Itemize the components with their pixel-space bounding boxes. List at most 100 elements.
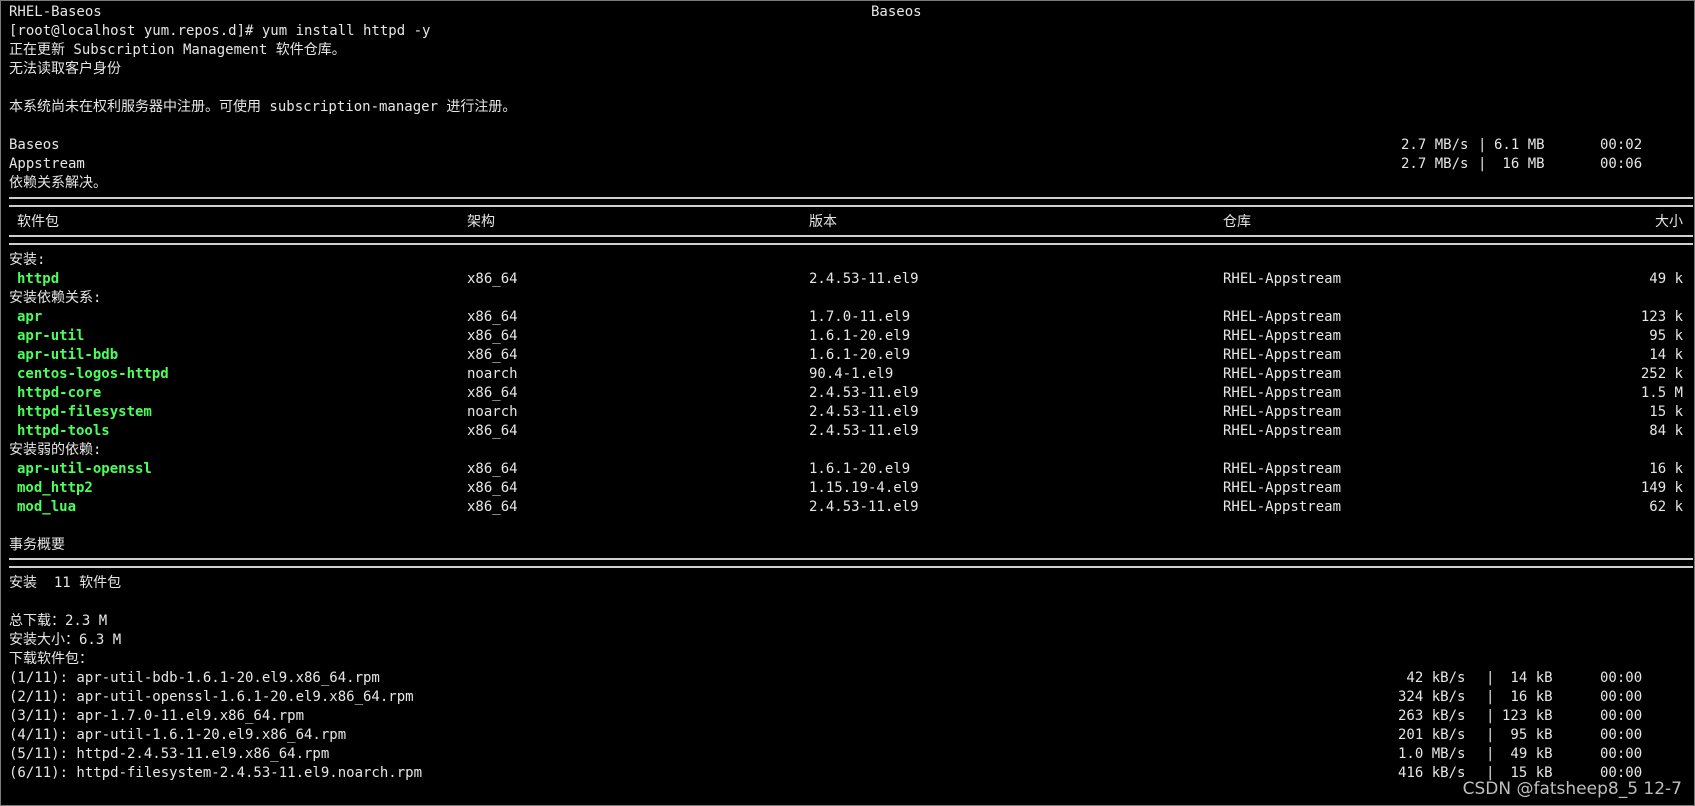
terminal-header-center: Baseos bbox=[871, 4, 922, 20]
package-name: httpd-core bbox=[17, 385, 102, 401]
download-size: 14 kB bbox=[1502, 670, 1553, 686]
package-size: 252 k bbox=[1640, 366, 1683, 382]
package-repo: RHEL-Appstream bbox=[1223, 385, 1342, 401]
repo-rate: 2.7 MB/s bbox=[1401, 156, 1469, 172]
download-rate: 201 kB/s bbox=[1398, 727, 1466, 743]
download-separator: | bbox=[1486, 689, 1495, 705]
package-size: 84 k bbox=[1649, 423, 1683, 439]
package-version: 2.4.53-11.el9 bbox=[809, 271, 919, 287]
package-size: 1.5 M bbox=[1640, 385, 1683, 401]
package-size: 62 k bbox=[1649, 499, 1683, 515]
download-file: (3/11): apr-1.7.0-11.el9.x86_64.rpm bbox=[9, 708, 305, 724]
package-version: 1.6.1-20.el9 bbox=[809, 328, 911, 344]
package-arch: x86_64 bbox=[467, 499, 518, 515]
download-rate: 263 kB/s bbox=[1398, 708, 1466, 724]
table-header-arch: 架构 bbox=[467, 214, 495, 230]
download-separator: | bbox=[1486, 670, 1495, 686]
summary-title: 事务概要 bbox=[9, 537, 65, 553]
repo-name: Baseos bbox=[9, 137, 60, 153]
package-arch: x86_64 bbox=[467, 480, 518, 496]
package-repo: RHEL-Appstream bbox=[1223, 499, 1342, 515]
package-version: 1.15.19-4.el9 bbox=[809, 480, 919, 496]
package-arch: x86_64 bbox=[467, 423, 518, 439]
repo-rate: 2.7 MB/s bbox=[1401, 137, 1469, 153]
download-file: (4/11): apr-util-1.6.1-20.el9.x86_64.rpm bbox=[9, 727, 347, 743]
download-rate: 1.0 MB/s bbox=[1398, 746, 1466, 762]
repo-time: 00:06 bbox=[1600, 156, 1643, 172]
package-name: apr-util bbox=[17, 328, 85, 344]
table-header-package: 软件包 bbox=[17, 214, 59, 230]
package-name: httpd bbox=[17, 271, 60, 287]
package-repo: RHEL-Appstream bbox=[1223, 480, 1342, 496]
package-name: httpd-tools bbox=[17, 423, 110, 439]
command-line: [root@localhost yum.repos.d]# yum instal… bbox=[9, 23, 431, 39]
download-time: 00:00 bbox=[1600, 708, 1643, 724]
package-size: 49 k bbox=[1649, 271, 1683, 287]
package-repo: RHEL-Appstream bbox=[1223, 461, 1342, 477]
output-line: 无法读取客户身份 bbox=[9, 61, 121, 77]
summary-installed-size: 安装大小：6.3 M bbox=[9, 632, 122, 648]
package-arch: x86_64 bbox=[467, 309, 518, 325]
summary-total-download: 总下载：2.3 M bbox=[9, 613, 108, 629]
package-arch: x86_64 bbox=[467, 461, 518, 477]
package-repo: RHEL-Appstream bbox=[1223, 404, 1342, 420]
download-time: 00:00 bbox=[1600, 746, 1643, 762]
package-arch: x86_64 bbox=[467, 271, 518, 287]
download-file: (1/11): apr-util-bdb-1.6.1-20.el9.x86_64… bbox=[9, 670, 380, 686]
download-size: 123 kB bbox=[1502, 708, 1553, 724]
download-size: 16 kB bbox=[1502, 689, 1553, 705]
download-file: (6/11): httpd-filesystem-2.4.53-11.el9.n… bbox=[9, 765, 423, 781]
watermark-text: CSDN @fatsheep8_5 12-7 bbox=[1462, 779, 1682, 799]
double-rule-separator bbox=[9, 235, 1693, 245]
download-separator: | bbox=[1486, 708, 1495, 724]
table-header-version: 版本 bbox=[809, 214, 837, 230]
download-time: 00:00 bbox=[1600, 670, 1643, 686]
summary-install-line: 安装 11 软件包 bbox=[9, 575, 122, 591]
table-header-repo: 仓库 bbox=[1223, 214, 1251, 230]
package-arch: x86_64 bbox=[467, 385, 518, 401]
package-version: 2.4.53-11.el9 bbox=[809, 385, 919, 401]
terminal-header-left: RHEL-Baseos bbox=[9, 4, 102, 20]
output-line: 本系统尚未在权利服务器中注册。可使用 subscription-manager … bbox=[9, 99, 517, 115]
download-file: (2/11): apr-util-openssl-1.6.1-20.el9.x8… bbox=[9, 689, 414, 705]
group-title: 安装依赖关系: bbox=[9, 290, 102, 306]
package-size: 95 k bbox=[1649, 328, 1683, 344]
package-repo: RHEL-Appstream bbox=[1223, 366, 1342, 382]
package-name: mod_http2 bbox=[17, 480, 93, 496]
package-arch: noarch bbox=[467, 366, 518, 382]
repo-time: 00:02 bbox=[1600, 137, 1643, 153]
package-arch: x86_64 bbox=[467, 347, 518, 363]
repo-separator: | bbox=[1478, 156, 1487, 172]
package-version: 2.4.53-11.el9 bbox=[809, 404, 919, 420]
deps-resolved-line: 依赖关系解决。 bbox=[9, 175, 107, 191]
download-separator: | bbox=[1486, 746, 1495, 762]
package-size: 16 k bbox=[1649, 461, 1683, 477]
download-separator: | bbox=[1486, 727, 1495, 743]
package-size: 149 k bbox=[1640, 480, 1683, 496]
download-file: (5/11): httpd-2.4.53-11.el9.x86_64.rpm bbox=[9, 746, 330, 762]
download-time: 00:00 bbox=[1600, 727, 1643, 743]
download-time: 00:00 bbox=[1600, 689, 1643, 705]
package-version: 1.7.0-11.el9 bbox=[809, 309, 911, 325]
repo-separator: | bbox=[1478, 137, 1487, 153]
table-header-size: 大小 bbox=[1655, 214, 1683, 230]
group-title: 安装: bbox=[9, 252, 46, 268]
summary-downloading: 下载软件包： bbox=[9, 651, 93, 667]
double-rule-separator bbox=[9, 197, 1693, 207]
package-arch: noarch bbox=[467, 404, 518, 420]
package-version: 2.4.53-11.el9 bbox=[809, 499, 919, 515]
package-version: 1.6.1-20.el9 bbox=[809, 461, 911, 477]
package-size: 123 k bbox=[1640, 309, 1683, 325]
repo-size: 6.1 MB bbox=[1494, 137, 1545, 153]
package-repo: RHEL-Appstream bbox=[1223, 328, 1342, 344]
package-repo: RHEL-Appstream bbox=[1223, 423, 1342, 439]
repo-name: Appstream bbox=[9, 156, 85, 172]
download-size: 49 kB bbox=[1502, 746, 1553, 762]
package-name: apr-util-openssl bbox=[17, 461, 152, 477]
package-version: 1.6.1-20.el9 bbox=[809, 347, 911, 363]
package-name: mod_lua bbox=[17, 499, 77, 515]
output-line: 正在更新 Subscription Management 软件仓库。 bbox=[9, 42, 346, 58]
package-size: 15 k bbox=[1649, 404, 1683, 420]
download-size: 95 kB bbox=[1502, 727, 1553, 743]
terminal-window[interactable]: RHEL-Baseos Baseos [root@localhost yum.r… bbox=[0, 0, 1695, 806]
